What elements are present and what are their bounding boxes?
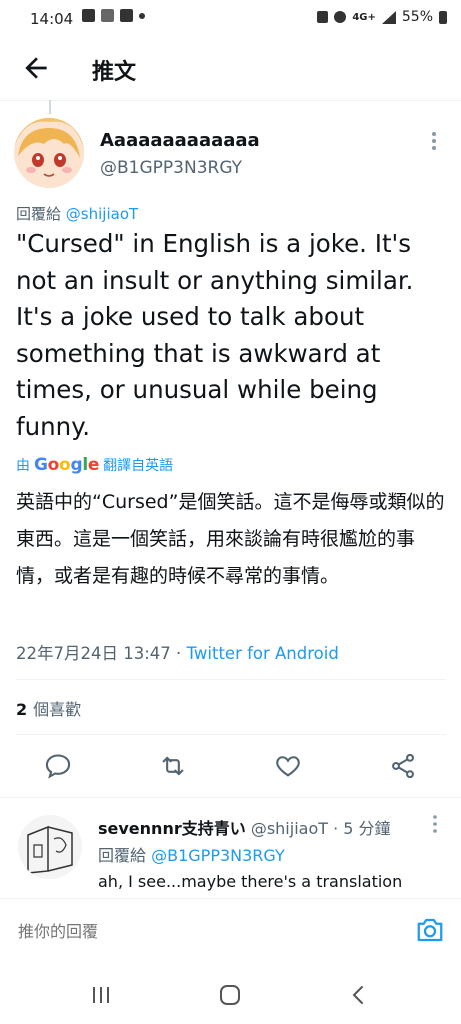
camera-icon[interactable] xyxy=(415,915,445,945)
divider xyxy=(16,679,446,680)
translated-text: 英語中的“Cursed”是個笑話。這不是侮辱或類似的東西。這是一個笑話，用來談論… xyxy=(16,491,445,587)
network-icon: 4G+ xyxy=(352,11,376,23)
tweet-meta: 22年7月24日 13:47 · Twitter for Android xyxy=(16,640,339,664)
battery-icon xyxy=(439,10,447,24)
reply-to-handle-link[interactable]: @shijiaoT xyxy=(66,205,138,223)
retweet-icon[interactable] xyxy=(159,752,187,780)
youtube-icon xyxy=(120,9,133,22)
author-avatar[interactable] xyxy=(14,118,84,188)
reply-reply-to-handle[interactable]: @B1GPP3N3RGY xyxy=(151,846,285,865)
reply-reply-prefix: 回覆給 xyxy=(98,846,147,865)
reply-replying-to: 回覆給 @B1GPP3N3RGY xyxy=(98,842,285,866)
like-icon[interactable] xyxy=(274,752,302,780)
reply-display-name[interactable]: sevennnr支持青い xyxy=(98,819,246,838)
reply-time: · 5 分鐘 xyxy=(333,819,391,838)
back-arrow-icon[interactable] xyxy=(20,52,52,84)
alarm-icon xyxy=(334,11,347,23)
reply-icon[interactable] xyxy=(44,752,72,780)
news-icon xyxy=(101,9,114,22)
share-icon[interactable] xyxy=(389,752,417,780)
home-icon[interactable] xyxy=(217,982,243,1008)
divider xyxy=(0,797,461,798)
recent-apps-icon[interactable] xyxy=(88,982,114,1008)
compose-bar xyxy=(0,898,461,965)
reply-text: ah, I see...maybe there's a translation xyxy=(98,872,403,891)
signal-icon xyxy=(381,10,396,24)
notification-icons xyxy=(82,9,145,22)
translated-by-prefix: 由 xyxy=(16,458,30,474)
page-title: 推文 xyxy=(92,60,137,85)
tweet-timestamp[interactable]: 22年7月24日 13:47 xyxy=(16,644,171,663)
meta-separator: · xyxy=(170,644,187,663)
likes-count: 2 xyxy=(16,700,28,719)
likes-row[interactable]: 2 個喜歡 xyxy=(16,696,81,720)
lock-icon xyxy=(317,11,329,23)
reply-header: sevennnr支持青い @shijiaoT · 5 分鐘 xyxy=(98,815,391,839)
reply-prefix: 回覆給 xyxy=(16,205,62,223)
translated-by[interactable]: 由 Google 翻譯自英語 xyxy=(16,455,173,475)
more-notifications-icon xyxy=(139,12,145,19)
status-bar: 14:04 4G+ 55% xyxy=(0,0,461,38)
replying-to: 回覆給 @shijiaoT xyxy=(16,203,138,224)
battery-percent: 55% xyxy=(401,9,433,25)
author-handle[interactable]: @B1GPP3N3RGY xyxy=(100,158,242,178)
status-time: 14:04 xyxy=(30,10,74,28)
system-nav-bar xyxy=(0,964,461,1024)
system-icons: 4G+ 55% xyxy=(317,9,447,25)
author-display-name[interactable]: Aaaaaaaaaaaaa xyxy=(100,130,260,151)
more-options-icon[interactable] xyxy=(426,130,442,152)
back-nav-icon[interactable] xyxy=(346,982,372,1008)
app-bar: 推文 xyxy=(0,38,461,101)
google-logo: Google xyxy=(34,455,100,475)
reply-author-avatar[interactable] xyxy=(18,815,82,879)
tweet-text: "Cursed" in English is a joke. It's not … xyxy=(16,229,414,441)
likes-label: 個喜歡 xyxy=(33,700,82,719)
gallery-icon xyxy=(82,9,95,22)
reply-input[interactable] xyxy=(16,921,400,942)
thread-connector xyxy=(49,100,51,114)
reply-more-options-icon[interactable] xyxy=(428,814,442,834)
reply-handle[interactable]: @shijiaoT xyxy=(251,819,328,838)
tweet-source-link[interactable]: Twitter for Android xyxy=(187,644,339,663)
divider xyxy=(16,734,446,735)
translated-by-suffix: 翻譯自英語 xyxy=(103,458,174,474)
